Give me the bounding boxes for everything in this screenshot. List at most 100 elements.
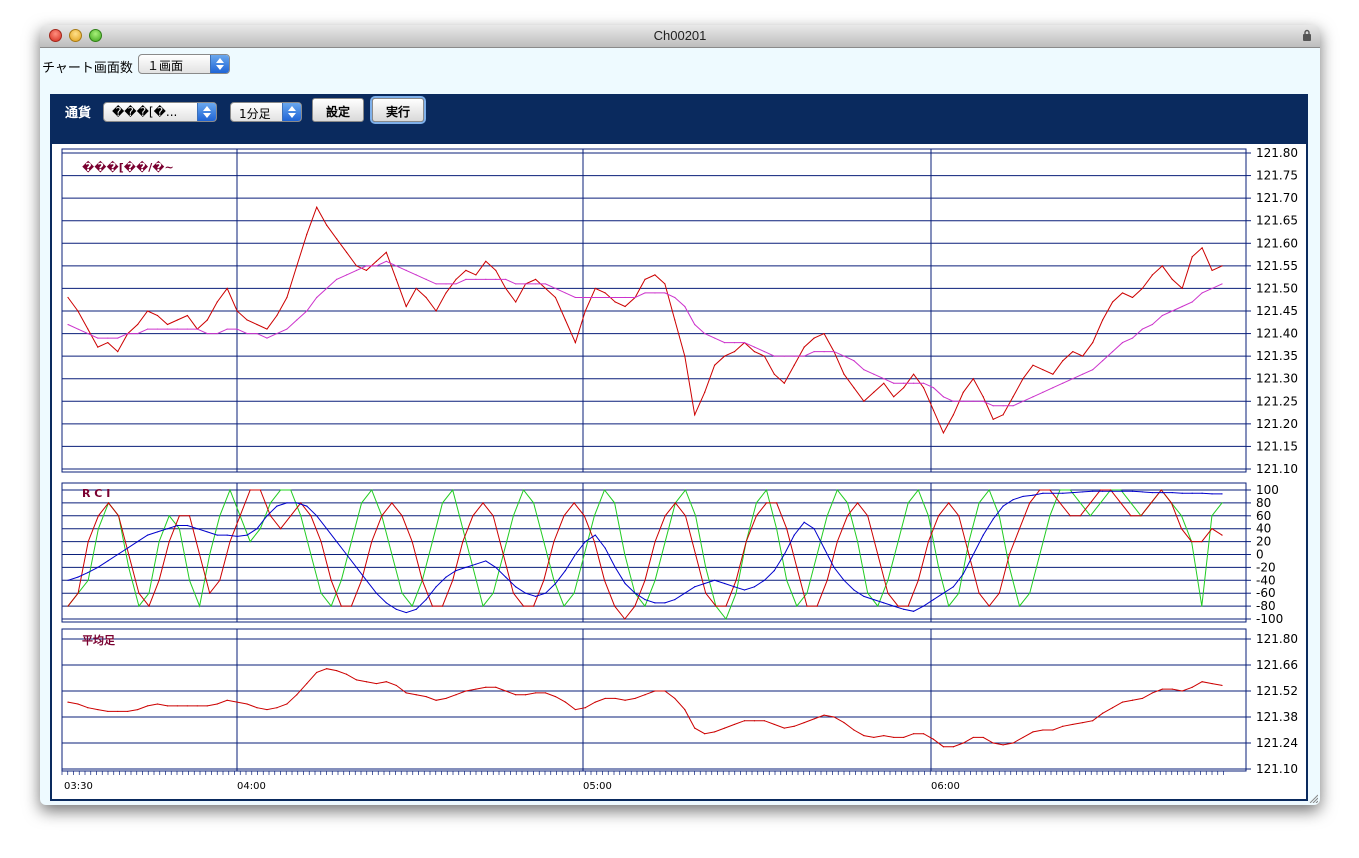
price-series-point bbox=[186, 328, 188, 330]
ha-series-point bbox=[544, 692, 547, 694]
rci-series-point bbox=[867, 515, 869, 517]
price-series-point bbox=[1072, 351, 1074, 353]
price-series-point bbox=[1012, 396, 1014, 398]
rci-series-point bbox=[256, 528, 258, 530]
rci-series-point bbox=[826, 515, 828, 517]
rci-series-point bbox=[411, 541, 413, 543]
rci-series-point bbox=[67, 605, 69, 607]
settings-button[interactable]: 設定 bbox=[312, 98, 364, 122]
rci-series-point bbox=[614, 502, 616, 504]
price-series-point bbox=[505, 287, 507, 290]
rci-series-point bbox=[512, 592, 515, 594]
price-series-point bbox=[922, 382, 925, 384]
rci-series-point bbox=[634, 592, 636, 594]
rci-series-point bbox=[168, 515, 170, 517]
price-y-tick-label: 121.70 bbox=[1256, 191, 1298, 205]
price-series-point bbox=[694, 414, 696, 416]
price-series-point bbox=[166, 323, 169, 326]
ha-series-point bbox=[942, 746, 945, 748]
price-series-point bbox=[475, 274, 477, 276]
price-series-point bbox=[932, 409, 935, 411]
price-series-point bbox=[485, 260, 487, 262]
price-series-point bbox=[1111, 301, 1114, 303]
rci-series-point bbox=[441, 502, 444, 504]
ha-series-point bbox=[982, 736, 984, 739]
rci-series-point bbox=[867, 592, 869, 594]
price-series-point bbox=[893, 382, 895, 384]
rci-series-point bbox=[1059, 489, 1061, 491]
rci-series-point bbox=[543, 579, 545, 581]
chart-area: 121.80 121.75 121.70 121.65 121.60 121.55 121.… bbox=[52, 144, 1306, 799]
price-series-point bbox=[584, 310, 586, 312]
rci-series-point bbox=[1079, 515, 1081, 517]
ha-series-point bbox=[932, 738, 935, 740]
rci-series-point bbox=[87, 571, 89, 574]
ha-series-point bbox=[246, 703, 248, 705]
rci-series-point bbox=[806, 592, 808, 594]
timeframe-select[interactable]: 1分足 bbox=[230, 102, 302, 122]
rci-series-point bbox=[286, 502, 288, 504]
price-series-point bbox=[773, 355, 775, 357]
rci-series-point bbox=[1181, 492, 1183, 494]
price-series-point bbox=[1121, 292, 1124, 294]
resize-grip-icon[interactable] bbox=[1308, 793, 1318, 803]
ha-series-point bbox=[375, 682, 377, 685]
rci-series-point bbox=[534, 595, 537, 598]
price-series-point bbox=[704, 332, 706, 335]
rci-series-point bbox=[97, 566, 99, 568]
timeframe-value: 1分足 bbox=[239, 107, 271, 121]
price-series-point bbox=[495, 269, 497, 271]
rci-series-point bbox=[1022, 495, 1024, 498]
rci-series-point bbox=[958, 515, 960, 517]
x-axis-tick-label: 04:00 bbox=[237, 781, 266, 792]
price-series-point bbox=[634, 296, 636, 299]
ha-series-point bbox=[365, 681, 368, 683]
rci-series-point bbox=[219, 515, 221, 517]
rci-series-point bbox=[229, 489, 231, 491]
screen-count-label: チャート画面数 bbox=[42, 61, 133, 76]
rci-series-point bbox=[903, 608, 905, 610]
ha-series-point bbox=[97, 708, 99, 711]
rci-series-point bbox=[1072, 491, 1074, 494]
rci-series-point bbox=[138, 592, 140, 594]
rci-series-point bbox=[290, 515, 292, 517]
ha-y-tick-label: 121.38 bbox=[1256, 710, 1298, 724]
rci-series-point bbox=[704, 582, 706, 585]
price-series-point bbox=[674, 296, 676, 299]
price-series-point bbox=[972, 378, 974, 380]
execute-button[interactable]: 実行 bbox=[372, 98, 424, 122]
rci-series-point bbox=[1069, 515, 1071, 517]
rci-series-point bbox=[978, 592, 980, 594]
price-series-point bbox=[276, 314, 278, 317]
screen-count-select[interactable]: １画面 bbox=[138, 54, 230, 74]
price-series-point bbox=[425, 296, 427, 299]
rci-y-tick-label: -20 bbox=[1256, 560, 1276, 574]
price-series-point bbox=[87, 332, 89, 335]
rci-series-point bbox=[158, 579, 160, 581]
currency-label: 通貨 bbox=[65, 106, 92, 121]
rci-series-point bbox=[705, 592, 707, 594]
price-series-point bbox=[67, 296, 69, 299]
currency-select[interactable]: ���[�... bbox=[103, 102, 217, 122]
price-series-point bbox=[684, 305, 686, 308]
price-series-point bbox=[863, 369, 865, 371]
rci-series-point bbox=[1029, 502, 1031, 504]
price-series-point bbox=[654, 274, 656, 276]
rci-series-point bbox=[1089, 515, 1092, 517]
price-series-point bbox=[1092, 369, 1094, 371]
title-bar[interactable]: Ch00201 bbox=[40, 25, 1320, 48]
rci-series-point bbox=[196, 528, 198, 530]
rci-series-point bbox=[1111, 490, 1114, 492]
rci-series-point bbox=[634, 605, 636, 607]
rci-series-point bbox=[395, 608, 397, 610]
price-series-point bbox=[534, 278, 537, 280]
ha-y-tick-label: 121.10 bbox=[1256, 762, 1298, 776]
ha-series-point bbox=[206, 705, 208, 707]
rci-series-point bbox=[365, 579, 368, 581]
price-series-point bbox=[316, 206, 318, 208]
price-series-point bbox=[1072, 378, 1074, 380]
price-series-point bbox=[1032, 396, 1034, 398]
ha-series-point bbox=[465, 690, 467, 692]
ha-series-point bbox=[793, 725, 795, 727]
rci-series-point bbox=[525, 592, 527, 594]
